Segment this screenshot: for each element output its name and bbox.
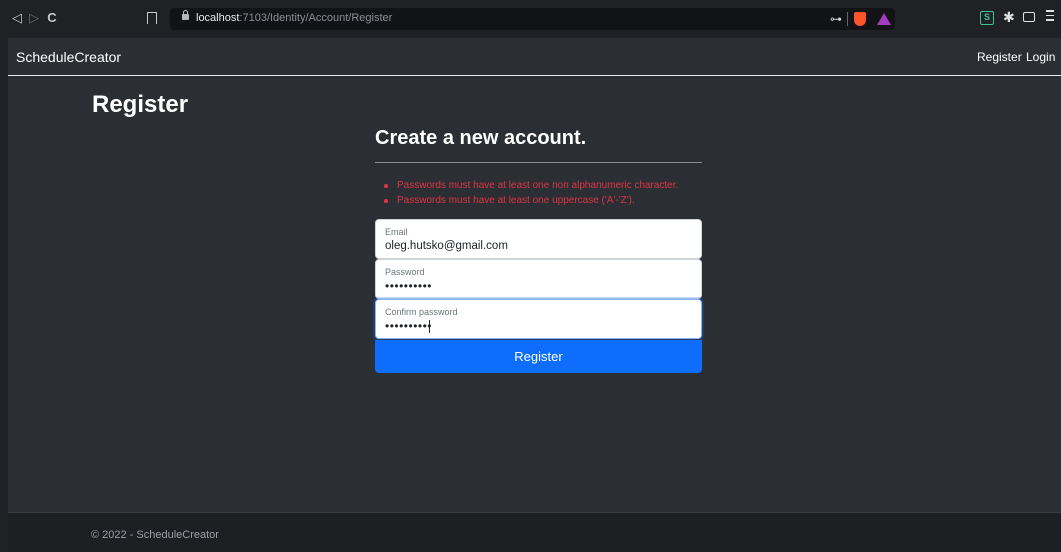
menu-icon[interactable] xyxy=(1046,10,1054,22)
nav-register-link[interactable]: Register xyxy=(977,50,1022,64)
brave-shield-icon[interactable] xyxy=(854,12,866,26)
confirm-password-label: Confirm password xyxy=(385,307,458,317)
browser-toolbar: ◁ ▷ C localhost:7103/Identity/Account/Re… xyxy=(0,0,1061,38)
email-label: Email xyxy=(385,227,408,237)
forward-icon[interactable]: ▷ xyxy=(27,11,41,25)
browser-window: ◁ ▷ C localhost:7103/Identity/Account/Re… xyxy=(0,0,1061,552)
password-field[interactable]: Password •••••••••• xyxy=(375,259,702,299)
text-caret xyxy=(429,320,430,333)
url-path: :7103/Identity/Account/Register xyxy=(239,12,393,24)
validation-error: Passwords must have at least one upperca… xyxy=(384,193,678,208)
password-label: Password xyxy=(385,267,425,277)
footer-copyright: © 2022 - ScheduleCreator xyxy=(91,529,219,541)
key-icon[interactable]: ⊶ xyxy=(830,12,842,26)
page-title: Register xyxy=(92,91,189,118)
lock-icon[interactable] xyxy=(182,10,189,20)
validation-summary: Passwords must have at least one non alp… xyxy=(384,178,678,208)
validation-error: Passwords must have at least one non alp… xyxy=(384,178,678,193)
url-host: localhost xyxy=(196,12,240,24)
confirm-password-field[interactable]: Confirm password •••••••••• xyxy=(375,299,702,339)
wallet-icon[interactable] xyxy=(1023,12,1035,22)
puzzle-icon[interactable]: ✱ xyxy=(1003,9,1015,26)
email-field[interactable]: Email oleg.hutsko@gmail.com xyxy=(375,219,702,259)
form-divider xyxy=(375,162,702,163)
window-edge xyxy=(0,38,8,552)
reload-icon[interactable]: C xyxy=(45,11,59,25)
footer: © 2022 - ScheduleCreator xyxy=(8,512,1061,552)
rewards-icon[interactable] xyxy=(877,13,891,25)
form-heading: Create a new account. xyxy=(375,127,587,149)
site-navbar: ScheduleCreator Register Login xyxy=(8,38,1061,76)
url-text[interactable]: localhost:7103/Identity/Account/Register xyxy=(196,12,392,24)
nav-login-link[interactable]: Login xyxy=(1026,50,1055,64)
register-submit-button[interactable]: Register xyxy=(375,340,702,373)
confirm-password-value[interactable]: •••••••••• xyxy=(385,319,432,333)
password-value[interactable]: •••••••••• xyxy=(385,279,432,293)
back-icon[interactable]: ◁ xyxy=(10,11,24,25)
address-bar[interactable]: localhost:7103/Identity/Account/Register… xyxy=(170,8,895,30)
brand-link[interactable]: ScheduleCreator xyxy=(16,49,121,65)
extension-icon[interactable]: S xyxy=(980,11,994,25)
url-divider xyxy=(847,12,848,26)
bookmark-icon[interactable] xyxy=(147,12,157,24)
email-value[interactable]: oleg.hutsko@gmail.com xyxy=(385,240,508,252)
